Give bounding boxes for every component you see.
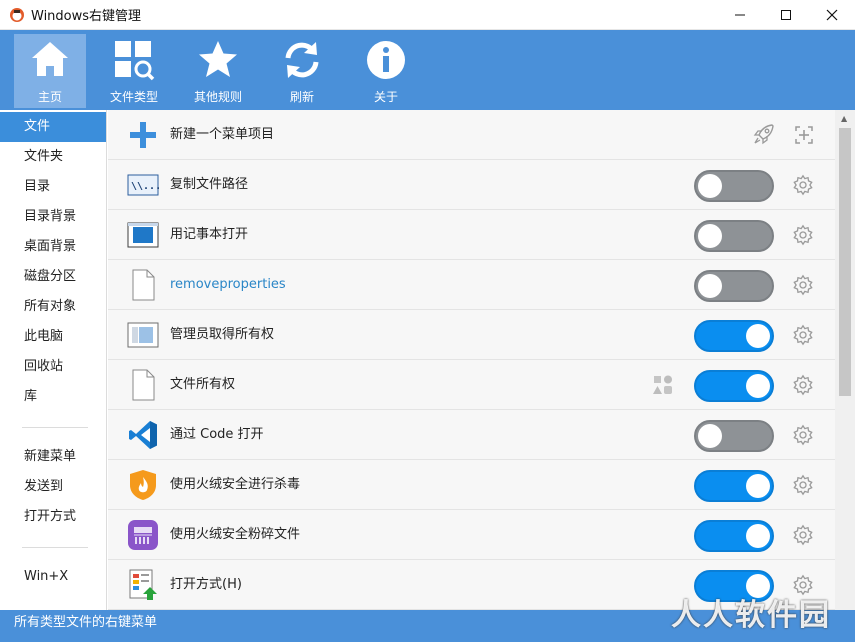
toolbar-home[interactable]: 主页 bbox=[14, 34, 86, 108]
maximize-icon bbox=[781, 10, 791, 20]
scroll-up-arrow-icon[interactable]: ▲ bbox=[841, 114, 847, 123]
scroll-thumb[interactable] bbox=[839, 128, 851, 396]
menu-item-row[interactable]: 文件所有权 bbox=[108, 360, 835, 410]
sidebar-item-library[interactable]: 库 bbox=[0, 382, 106, 412]
sidebar-item-folder[interactable]: 文件夹 bbox=[0, 142, 106, 172]
sidebar-item-recycle-bin[interactable]: 回收站 bbox=[0, 352, 106, 382]
menu-item-label: 文件所有权 bbox=[170, 377, 236, 392]
menu-item-row[interactable]: 管理员取得所有权 bbox=[108, 310, 835, 360]
menu-item-row[interactable]: removeproperties bbox=[108, 260, 835, 310]
sidebar-item-disk-partition[interactable]: 磁盘分区 bbox=[0, 262, 106, 292]
gear-icon[interactable] bbox=[792, 174, 814, 196]
toolbar-refresh-label: 刷新 bbox=[289, 90, 314, 104]
sidebar-item-desktop-background[interactable]: 桌面背景 bbox=[0, 232, 106, 262]
vertical-scrollbar[interactable]: ▲ bbox=[835, 110, 855, 610]
notepad-icon bbox=[127, 222, 159, 248]
admin-window-icon bbox=[127, 322, 159, 348]
menu-item-row[interactable]: \\... 复制文件路径 bbox=[108, 160, 835, 210]
toolbar-file-types-label: 文件类型 bbox=[109, 90, 158, 104]
info-icon bbox=[367, 41, 405, 79]
title-bar: Windows右键管理 bbox=[0, 0, 855, 30]
sidebar: 文件 文件夹 目录 目录背景 桌面背景 磁盘分区 所有对象 此电脑 回收站 库 … bbox=[0, 110, 107, 610]
gear-icon[interactable] bbox=[792, 324, 814, 346]
menu-item-list: 新建一个菜单项目 \\... 复制文件路径 用记事本打开 removeprope… bbox=[108, 110, 835, 610]
close-icon bbox=[826, 9, 838, 21]
gear-icon[interactable] bbox=[792, 524, 814, 546]
sidebar-item-winx[interactable]: Win+X bbox=[0, 562, 106, 592]
enable-toggle[interactable] bbox=[694, 520, 774, 552]
new-menu-item-row[interactable]: 新建一个菜单项目 bbox=[108, 110, 835, 160]
enable-toggle[interactable] bbox=[694, 220, 774, 252]
rocket-icon[interactable] bbox=[752, 122, 776, 146]
open-with-icon bbox=[129, 569, 157, 600]
add-menu-icon[interactable] bbox=[792, 123, 816, 147]
menu-item-row[interactable]: 用记事本打开 bbox=[108, 210, 835, 260]
menu-item-label: 管理员取得所有权 bbox=[170, 327, 275, 342]
enable-toggle[interactable] bbox=[694, 420, 774, 452]
sidebar-item-file[interactable]: 文件 bbox=[0, 112, 106, 142]
sidebar-item-directory-background[interactable]: 目录背景 bbox=[0, 202, 106, 232]
sidebar-item-directory[interactable]: 目录 bbox=[0, 172, 106, 202]
toolbar-other-rules-label: 其他规则 bbox=[193, 90, 242, 104]
shapes-icon[interactable] bbox=[652, 374, 674, 396]
huorong-shield-icon bbox=[130, 470, 156, 500]
gear-icon[interactable] bbox=[792, 374, 814, 396]
sidebar-divider bbox=[22, 427, 88, 428]
sidebar-item-all-objects[interactable]: 所有对象 bbox=[0, 292, 106, 322]
menu-item-label: 复制文件路径 bbox=[170, 177, 249, 192]
main-toolbar: 主页 文件类型 其他规则 刷新 关于 bbox=[0, 30, 855, 110]
toolbar-file-types[interactable]: 文件类型 bbox=[98, 34, 170, 108]
gear-icon[interactable] bbox=[792, 424, 814, 446]
enable-toggle[interactable] bbox=[694, 370, 774, 402]
enable-toggle[interactable] bbox=[694, 170, 774, 202]
blank-file-icon bbox=[132, 369, 155, 401]
sidebar-item-open-with[interactable]: 打开方式 bbox=[0, 502, 106, 532]
toolbar-about-label: 关于 bbox=[373, 90, 398, 104]
file-type-search-icon bbox=[115, 41, 155, 81]
menu-item-label: 使用火绒安全粉碎文件 bbox=[170, 527, 301, 542]
blank-file-icon bbox=[132, 269, 155, 301]
shredder-icon bbox=[128, 520, 158, 550]
enable-toggle[interactable] bbox=[694, 470, 774, 502]
home-icon bbox=[32, 42, 68, 76]
toolbar-home-label: 主页 bbox=[37, 90, 62, 104]
gear-icon[interactable] bbox=[792, 224, 814, 246]
toolbar-about[interactable]: 关于 bbox=[350, 34, 422, 108]
gear-icon[interactable] bbox=[792, 274, 814, 296]
sidebar-divider bbox=[22, 547, 88, 548]
menu-item-row[interactable]: 通过 Code 打开 bbox=[108, 410, 835, 460]
add-plus-icon bbox=[130, 122, 156, 148]
menu-item-row[interactable]: 使用火绒安全进行杀毒 bbox=[108, 460, 835, 510]
menu-item-label: 使用火绒安全进行杀毒 bbox=[170, 477, 301, 492]
menu-item-row[interactable]: 使用火绒安全粉碎文件 bbox=[108, 510, 835, 560]
sidebar-item-new-menu[interactable]: 新建菜单 bbox=[0, 442, 106, 472]
status-text: 所有类型文件的右键菜单 bbox=[14, 615, 158, 630]
menu-item-label: removeproperties bbox=[170, 277, 286, 292]
enable-toggle[interactable] bbox=[694, 270, 774, 302]
sidebar-item-this-pc[interactable]: 此电脑 bbox=[0, 322, 106, 352]
refresh-icon bbox=[285, 42, 319, 78]
gear-icon[interactable] bbox=[792, 474, 814, 496]
star-icon bbox=[199, 41, 237, 77]
app-logo-icon bbox=[10, 7, 24, 22]
vscode-icon bbox=[129, 421, 157, 449]
toolbar-refresh[interactable]: 刷新 bbox=[266, 34, 338, 108]
menu-item-label: 通过 Code 打开 bbox=[170, 427, 264, 442]
maximize-button[interactable] bbox=[763, 0, 809, 30]
sidebar-item-send-to[interactable]: 发送到 bbox=[0, 472, 106, 502]
minimize-button[interactable] bbox=[717, 0, 763, 30]
watermark: 人人软件园 bbox=[671, 598, 831, 633]
menu-item-label: 用记事本打开 bbox=[170, 227, 249, 242]
new-menu-item-label: 新建一个菜单项目 bbox=[170, 127, 275, 142]
toolbar-other-rules[interactable]: 其他规则 bbox=[182, 34, 254, 108]
minimize-icon bbox=[735, 14, 745, 16]
menu-item-label: 打开方式(H) bbox=[170, 577, 242, 592]
window-title: Windows右键管理 bbox=[31, 9, 142, 24]
svg-text:\\...: \\... bbox=[131, 181, 159, 192]
close-button[interactable] bbox=[809, 0, 855, 30]
copy-path-icon: \\... bbox=[127, 174, 159, 196]
enable-toggle[interactable] bbox=[694, 320, 774, 352]
